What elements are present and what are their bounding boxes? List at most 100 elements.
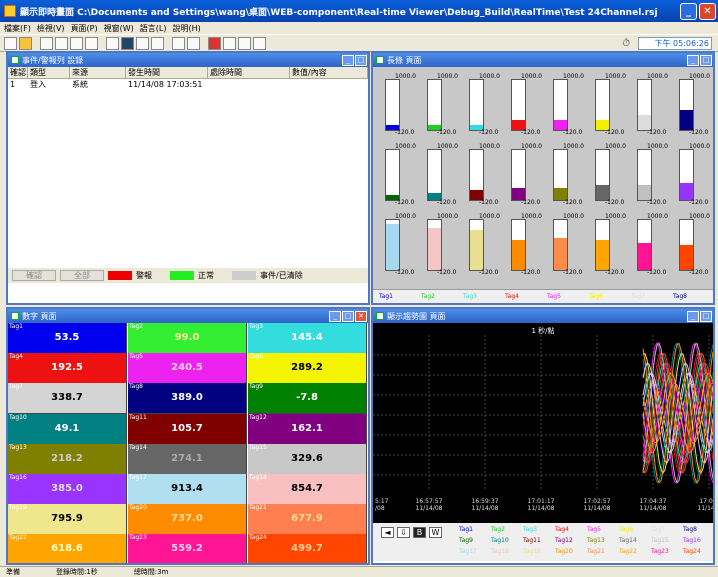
tile-value: 795.9 (51, 513, 83, 525)
digital-tile[interactable]: Tag6 289.2 (248, 353, 367, 385)
digital-tile[interactable]: Tag11 105.7 (128, 413, 247, 445)
digital-tile[interactable]: Tag18 854.7 (248, 474, 367, 505)
digital-view-icon[interactable] (121, 36, 134, 50)
digital-tile[interactable]: Tag22 618.6 (8, 534, 127, 563)
digital-tile[interactable]: Tag19 795.9 (8, 504, 127, 536)
grid-icon[interactable] (85, 36, 98, 50)
digital-tile[interactable]: Tag23 559.2 (128, 534, 247, 563)
menu-item[interactable]: 說明(H) (173, 23, 201, 34)
black-bg-button[interactable]: B (413, 527, 426, 538)
white-bg-button[interactable]: W (429, 527, 442, 538)
digital-tile[interactable]: Tag16 385.0 (8, 474, 127, 505)
trend-date-label: 11/14/08 (416, 505, 443, 512)
bar-max-label: 1000.0 (437, 73, 458, 80)
tile-tag-name: Tag10 (9, 413, 27, 421)
table-row[interactable]: 1 登入 系統 11/14/08 17:03:51 (8, 79, 368, 90)
new-file-icon[interactable] (4, 36, 17, 50)
trend-time-label: 16:59:37 (472, 498, 499, 505)
digital-tile[interactable]: Tag12 162.1 (248, 413, 367, 445)
cascade-icon[interactable] (187, 36, 200, 50)
tile-tag-name: Tag17 (129, 474, 147, 481)
trend-legend-item: Tag20 (555, 548, 573, 555)
digital-tile[interactable]: Tag9 -7.8 (248, 383, 367, 415)
digital-tile[interactable]: Tag14 274.1 (128, 443, 247, 475)
col-confirm[interactable]: 確認 (8, 67, 28, 78)
minimize-icon[interactable]: _ (329, 310, 341, 322)
bar-max-label: 1000.0 (689, 73, 710, 80)
col-type[interactable]: 類型 (28, 67, 70, 78)
trend-chart[interactable]: 1 秒/點 5:17/08 16:57:57 11/14/08 16:59:37 11/1… (373, 323, 713, 523)
menu-item[interactable]: 頁面(P) (71, 23, 98, 34)
digital-tile[interactable]: Tag10 49.1 (8, 413, 127, 445)
col-value[interactable]: 數值/內容 (290, 67, 368, 78)
stop-icon[interactable] (238, 36, 251, 50)
confirm-button[interactable]: 確認 (12, 270, 56, 281)
menu-item[interactable]: 語言(L) (140, 23, 167, 34)
menu-item[interactable]: 檢視(V) (37, 23, 65, 34)
scroll-back-button[interactable]: ◄ (381, 527, 394, 538)
minimize-icon[interactable]: _ (342, 54, 354, 66)
menu-item[interactable]: 檔案(F) (4, 23, 31, 34)
chart-icon[interactable] (70, 36, 83, 50)
export-button[interactable]: ⇩ (397, 527, 410, 538)
trend-date-label: 11/14/08 (528, 505, 555, 512)
bar-max-label: 1000.0 (605, 143, 626, 150)
tile-value: 218.2 (51, 452, 83, 464)
maximize-icon[interactable]: □ (355, 54, 367, 66)
bar-max-label: 1000.0 (647, 213, 668, 220)
digital-tile[interactable]: Tag5 240.5 (128, 353, 247, 385)
print-preview-icon[interactable] (40, 36, 53, 50)
tile-icon[interactable] (172, 36, 185, 50)
maximize-icon[interactable]: □ (700, 54, 712, 66)
tile-value: 99.0 (174, 332, 200, 343)
tile-tag-name: Tag3 (249, 323, 263, 330)
open-folder-icon[interactable] (19, 36, 32, 50)
status-field: 總時間:3m (133, 568, 169, 576)
bar-tube (679, 79, 694, 131)
trend-date-label: 11/14/08 (640, 505, 667, 512)
maximize-icon[interactable]: □ (342, 310, 354, 322)
tile-value: 385.0 (51, 483, 83, 494)
digital-tile[interactable]: Tag2 99.0 (128, 323, 247, 354)
minimize-icon[interactable]: _ (687, 310, 699, 322)
col-occur-time[interactable]: 發生時間 (126, 67, 208, 78)
trend-panel-title: 顯示趨勢圖 頁面 (387, 311, 446, 321)
settings-icon[interactable] (55, 36, 68, 50)
col-clear-time[interactable]: 處除時間 (208, 67, 290, 78)
digital-tile[interactable]: Tag20 737.0 (128, 504, 247, 536)
all-button[interactable]: 全部 (60, 270, 104, 281)
maximize-icon[interactable]: □ (700, 310, 712, 322)
event-view-icon[interactable] (151, 36, 164, 50)
run-icon[interactable] (223, 36, 236, 50)
bar-fill (386, 224, 399, 270)
digital-tile[interactable]: Tag17 913.4 (128, 474, 247, 505)
bar-gauge: 1000.0 -120.0 (377, 213, 417, 279)
close-icon[interactable]: ✕ (355, 310, 367, 322)
col-source[interactable]: 來源 (70, 67, 126, 78)
trend-view-icon[interactable] (136, 36, 149, 50)
minimize-button[interactable]: _ (680, 2, 697, 20)
digital-tile[interactable]: Tag8 389.0 (128, 383, 247, 415)
minimize-icon[interactable]: _ (687, 54, 699, 66)
digital-tile[interactable]: Tag1 53.5 (8, 323, 127, 354)
digital-tile[interactable]: Tag21 677.9 (248, 504, 367, 536)
digital-tile[interactable]: Tag24 499.7 (248, 534, 367, 563)
trend-legend-item: Tag1 (459, 526, 473, 533)
digital-tile[interactable]: Tag7 338.7 (8, 383, 127, 415)
tile-value: 274.1 (171, 452, 203, 464)
digital-tile[interactable]: Tag4 192.5 (8, 353, 127, 385)
menu-item[interactable]: 視窗(W) (104, 23, 134, 34)
digital-tile[interactable]: Tag13 218.2 (8, 443, 127, 475)
bar-view-icon[interactable] (106, 36, 119, 50)
record-icon[interactable] (208, 36, 221, 50)
bar-min-label: -120.0 (395, 199, 415, 206)
help-icon[interactable] (253, 36, 266, 50)
digital-tile[interactable]: Tag15 329.6 (248, 443, 367, 475)
bar-max-label: 1000.0 (395, 143, 416, 150)
window-titlebar: 顯示即時畫面 C:\Documents and Settings\wang\桌面… (0, 0, 718, 22)
close-button[interactable]: ✕ (699, 2, 716, 20)
bar-min-label: -120.0 (395, 129, 415, 136)
tile-value: 338.7 (51, 392, 83, 404)
bar-fill (638, 242, 651, 270)
digital-tile[interactable]: Tag3 145.4 (248, 323, 367, 354)
